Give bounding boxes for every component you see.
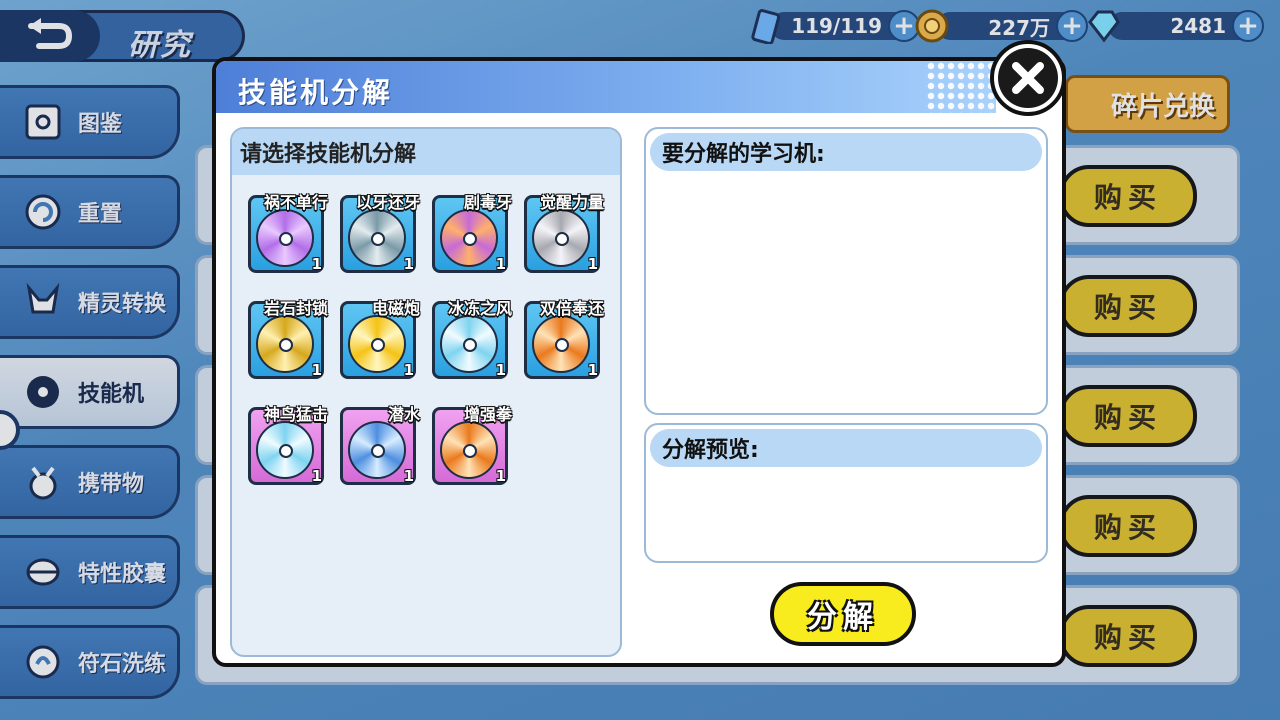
disc-hole — [463, 444, 477, 458]
disc-hole — [463, 338, 477, 352]
tm-disc-icon — [348, 315, 406, 373]
tm-item-count: 1 — [495, 255, 506, 273]
preview-header: 分解预览: — [650, 429, 1042, 467]
disc-hole — [463, 232, 477, 246]
tm-item-name: 冰冻之风 — [447, 299, 512, 318]
tm-split-dialog: 技能机分解 请选择技能机分解 祸不单行 1 以牙还牙 1 剧毒牙 1 觉醒力量 1 岩石封锁 1 电… — [212, 57, 1066, 667]
to-split-header: 要分解的学习机: — [650, 133, 1042, 171]
tm-item-name: 潜水 — [387, 405, 420, 424]
tm-item-name: 以牙还牙 — [355, 193, 420, 212]
tm-item[interactable]: 冰冻之风 1 — [432, 295, 512, 381]
energy-battery-icon — [751, 9, 781, 44]
diamond-icon — [1088, 10, 1120, 43]
split-button[interactable]: 分解 — [770, 582, 916, 646]
tm-item-count: 1 — [403, 255, 414, 273]
tm-item-count: 1 — [495, 467, 506, 485]
close-icon — [1012, 62, 1044, 94]
tm-item[interactable]: 祸不单行 1 — [248, 189, 328, 275]
tm-item[interactable]: 以牙还牙 1 — [340, 189, 420, 275]
tm-item[interactable]: 岩石封锁 1 — [248, 295, 328, 381]
disc-hole — [371, 338, 385, 352]
coin-icon — [915, 9, 949, 43]
tm-item-name: 觉醒力量 — [539, 193, 604, 212]
tm-item[interactable]: 潜水 1 — [340, 401, 420, 487]
tm-disc-icon — [256, 315, 314, 373]
dialog-header: 技能机分解 — [216, 61, 996, 113]
split-preview-box: 分解预览: — [644, 423, 1048, 563]
tm-item-count: 1 — [403, 361, 414, 379]
tm-item-count: 1 — [587, 255, 598, 273]
tm-item-name: 祸不单行 — [263, 193, 328, 212]
tm-item-name: 增强拳 — [463, 405, 512, 424]
tm-item-count: 1 — [495, 361, 506, 379]
tm-item-count: 1 — [311, 255, 322, 273]
disc-hole — [555, 338, 569, 352]
disc-hole — [279, 338, 293, 352]
tm-item-name: 岩石封锁 — [263, 299, 328, 318]
tm-select-panel: 请选择技能机分解 祸不单行 1 以牙还牙 1 剧毒牙 1 觉醒力量 1 岩石封锁 1 电磁炮 1 冰冻之… — [230, 127, 622, 657]
disc-hole — [279, 444, 293, 458]
to-split-box: 要分解的学习机: — [644, 127, 1048, 415]
close-button[interactable] — [990, 40, 1066, 116]
tm-disc-icon — [256, 209, 314, 267]
disc-hole — [371, 232, 385, 246]
dialog-title: 技能机分解 — [238, 76, 394, 109]
tm-disc-icon — [348, 209, 406, 267]
tm-item-name: 神鸟猛击 — [263, 405, 328, 424]
tm-disc-icon — [348, 421, 406, 479]
tm-item-count: 1 — [311, 361, 322, 379]
tm-item[interactable]: 剧毒牙 1 — [432, 189, 512, 275]
tm-disc-icon — [532, 315, 590, 373]
tm-item[interactable]: 增强拳 1 — [432, 401, 512, 487]
tm-disc-icon — [532, 209, 590, 267]
disc-hole — [555, 232, 569, 246]
tm-disc-icon — [440, 315, 498, 373]
tm-item[interactable]: 电磁炮 1 — [340, 295, 420, 381]
tm-item-count: 1 — [403, 467, 414, 485]
tm-disc-icon — [256, 421, 314, 479]
tm-item-name: 电磁炮 — [371, 299, 420, 318]
tm-select-header: 请选择技能机分解 — [232, 129, 620, 175]
tm-disc-icon — [440, 209, 498, 267]
tm-item-count: 1 — [587, 361, 598, 379]
tm-item-count: 1 — [311, 467, 322, 485]
tm-item-name: 剧毒牙 — [463, 193, 512, 212]
tm-item[interactable]: 神鸟猛击 1 — [248, 401, 328, 487]
disc-hole — [371, 444, 385, 458]
disc-hole — [279, 232, 293, 246]
tm-item[interactable]: 觉醒力量 1 — [524, 189, 604, 275]
tm-item-name: 双倍奉还 — [539, 299, 604, 318]
tm-item[interactable]: 双倍奉还 1 — [524, 295, 604, 381]
tm-disc-icon — [440, 421, 498, 479]
